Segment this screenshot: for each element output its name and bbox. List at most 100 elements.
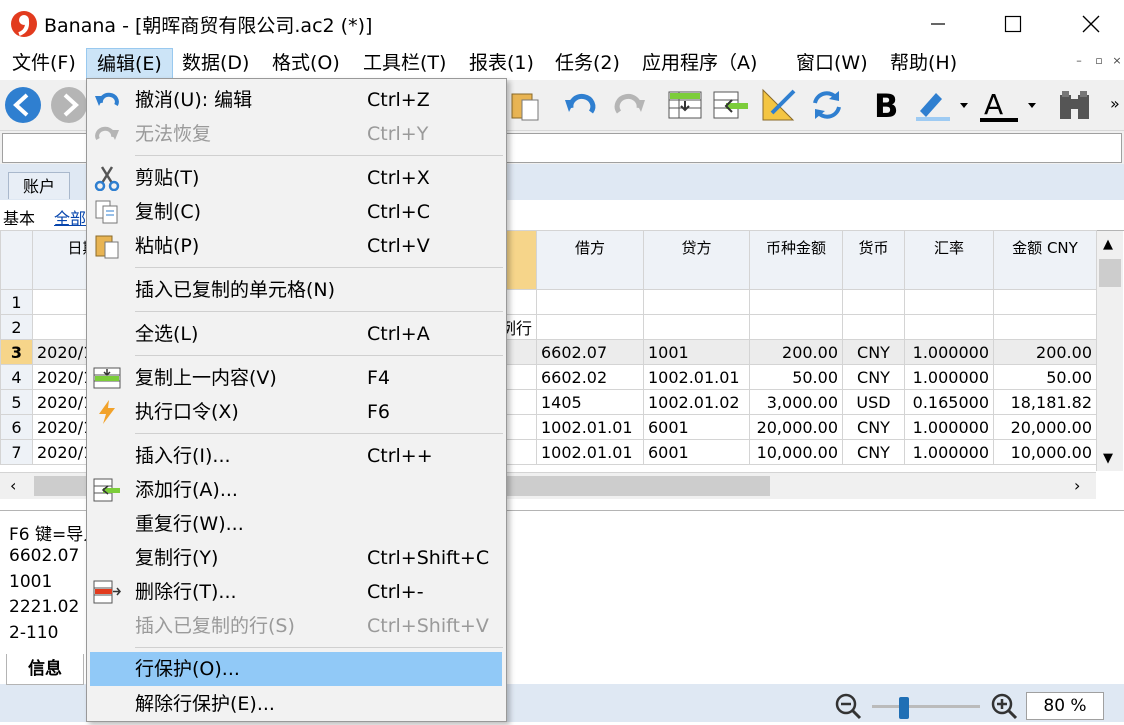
cell-debit[interactable]: 1002.01.01 <box>536 439 644 465</box>
cell-currency-amount[interactable]: 10,000.00 <box>749 439 843 465</box>
row-number[interactable]: 7 <box>0 439 33 465</box>
menu-item-unprotect-row[interactable]: 解除行保护(E)... <box>87 687 506 721</box>
cell-currency-amount[interactable] <box>749 289 843 315</box>
cell-credit[interactable] <box>643 314 750 340</box>
scroll-right-icon[interactable]: › <box>1074 476 1080 495</box>
menu-help[interactable]: 帮助(H) <box>880 48 967 79</box>
view-basic[interactable]: 基本 <box>3 205 35 229</box>
cell-debit[interactable]: 6602.02 <box>536 364 644 390</box>
cell-amount-cny[interactable]: 18,181.82 <box>993 389 1097 415</box>
menu-tasks[interactable]: 任务(2) <box>545 48 630 79</box>
cell-currency[interactable] <box>842 289 905 315</box>
cell-currency[interactable]: CNY <box>842 364 905 390</box>
menu-item-redo[interactable]: 无法恢复 Ctrl+Y <box>87 117 506 151</box>
menu-item-copy[interactable]: 复制(C) Ctrl+C <box>87 195 506 229</box>
column-header-currency[interactable]: 货币 <box>842 230 905 290</box>
cell-credit[interactable]: 6001 <box>643 414 750 440</box>
cell-exchange-rate[interactable]: 1.000000 <box>904 439 994 465</box>
cell-currency-amount[interactable]: 200.00 <box>749 339 843 365</box>
cell-amount-cny[interactable] <box>993 289 1097 315</box>
cell-currency[interactable]: CNY <box>842 339 905 365</box>
menu-edit[interactable]: 编辑(E) <box>86 48 173 79</box>
menu-toolbar[interactable]: 工具栏(T) <box>353 48 456 79</box>
scroll-up-icon[interactable]: ▲ <box>1103 237 1113 252</box>
cell-credit[interactable]: 6001 <box>643 439 750 465</box>
cell-credit[interactable]: 1002.01.01 <box>643 364 750 390</box>
vertical-scroll-thumb[interactable] <box>1099 259 1121 287</box>
cell-debit[interactable] <box>536 314 644 340</box>
mdi-close-icon[interactable]: × <box>1108 53 1124 69</box>
menu-item-insert-copied-cells[interactable]: 插入已复制的单元格(N) <box>87 273 506 307</box>
column-header-exchange-rate[interactable]: 汇率 <box>904 230 994 290</box>
cell-debit[interactable] <box>536 289 644 315</box>
row-number[interactable]: 3 <box>0 339 33 365</box>
menu-item-paste[interactable]: 粘帖(P) Ctrl+V <box>87 229 506 263</box>
menu-data[interactable]: 数据(D) <box>172 48 259 79</box>
cell-exchange-rate[interactable]: 0.165000 <box>904 389 994 415</box>
zoom-out-button[interactable] <box>834 692 862 725</box>
cell-debit[interactable]: 1405 <box>536 389 644 415</box>
zoom-in-button[interactable] <box>990 692 1018 725</box>
cell-debit[interactable]: 6602.07 <box>536 339 644 365</box>
forward-button[interactable] <box>50 86 88 124</box>
column-header-debit[interactable]: 借方 <box>536 230 644 290</box>
cell-credit[interactable]: 1002.01.02 <box>643 389 750 415</box>
zoom-level-field[interactable]: 80 % <box>1026 692 1104 720</box>
scroll-down-icon[interactable]: ▼ <box>1103 451 1113 466</box>
cell-currency[interactable]: CNY <box>842 439 905 465</box>
back-button[interactable] <box>4 86 42 124</box>
cell-currency-amount[interactable] <box>749 314 843 340</box>
paste-toolbar-button[interactable] <box>506 86 544 124</box>
cell-currency-amount[interactable]: 3,000.00 <box>749 389 843 415</box>
insert-row-toolbar-button[interactable] <box>666 86 704 124</box>
cell-currency-amount[interactable]: 20,000.00 <box>749 414 843 440</box>
cell-currency[interactable]: CNY <box>842 414 905 440</box>
cell-debit[interactable]: 1002.01.01 <box>536 414 644 440</box>
cell-amount-cny[interactable]: 200.00 <box>993 339 1097 365</box>
row-number[interactable]: 1 <box>0 289 33 315</box>
scroll-left-icon[interactable]: ‹ <box>10 476 16 495</box>
toolbar-overflow-icon[interactable]: » <box>1110 94 1120 113</box>
refresh-toolbar-button[interactable] <box>808 86 846 124</box>
menu-format[interactable]: 格式(O) <box>262 48 350 79</box>
mdi-minimize-icon[interactable]: – <box>1070 53 1088 69</box>
vertical-scrollbar[interactable]: ▲ ▼ <box>1096 231 1123 471</box>
view-all-link[interactable]: 全部 <box>54 205 86 229</box>
redo-toolbar-button[interactable] <box>610 86 648 124</box>
cell-exchange-rate[interactable] <box>904 289 994 315</box>
cell-exchange-rate[interactable]: 1.000000 <box>904 364 994 390</box>
zoom-slider-track[interactable] <box>872 705 980 708</box>
undo-toolbar-button[interactable] <box>562 86 600 124</box>
row-number[interactable]: 5 <box>0 389 33 415</box>
cell-amount-cny[interactable] <box>993 314 1097 340</box>
bold-button[interactable]: B <box>866 86 904 124</box>
menu-item-copy-above[interactable]: 复制上一内容(V) F4 <box>87 361 506 395</box>
menu-item-repeat-row[interactable]: 重复行(W)... <box>87 507 506 541</box>
menu-item-select-all[interactable]: 全选(L) Ctrl+A <box>87 317 506 351</box>
cell-currency[interactable]: USD <box>842 389 905 415</box>
zoom-slider-thumb[interactable] <box>899 697 910 719</box>
cell-currency-amount[interactable]: 50.00 <box>749 364 843 390</box>
ruler-toolbar-button[interactable] <box>760 86 798 124</box>
menu-apps[interactable]: 应用程序（A) <box>632 48 767 79</box>
column-header-amount-cny[interactable]: 金额 CNY <box>993 230 1097 290</box>
text-color-button[interactable]: A <box>980 86 1042 124</box>
minimize-button[interactable] <box>910 0 966 48</box>
cell-amount-cny[interactable]: 50.00 <box>993 364 1097 390</box>
cell-credit[interactable]: 1001 <box>643 339 750 365</box>
cell-exchange-rate[interactable]: 1.000000 <box>904 414 994 440</box>
menu-item-cut[interactable]: 剪贴(T) Ctrl+X <box>87 161 506 195</box>
highlight-color-button[interactable] <box>912 86 972 124</box>
menu-item-delete-row[interactable]: 删除行(T)... Ctrl+- <box>87 575 506 609</box>
row-number[interactable]: 4 <box>0 364 33 390</box>
cell-credit[interactable] <box>643 289 750 315</box>
find-button[interactable] <box>1056 86 1094 124</box>
close-button[interactable] <box>1063 0 1119 48</box>
tab-accounts[interactable]: 账户 <box>8 172 71 199</box>
cell-currency[interactable] <box>842 314 905 340</box>
cell-amount-cny[interactable]: 10,000.00 <box>993 439 1097 465</box>
menu-item-copy-row[interactable]: 复制行(Y) Ctrl+Shift+C <box>87 541 506 575</box>
tab-info[interactable]: 信息 <box>6 654 84 685</box>
column-header-currency-amount[interactable]: 币种金额 <box>749 230 843 290</box>
cell-amount-cny[interactable]: 20,000.00 <box>993 414 1097 440</box>
